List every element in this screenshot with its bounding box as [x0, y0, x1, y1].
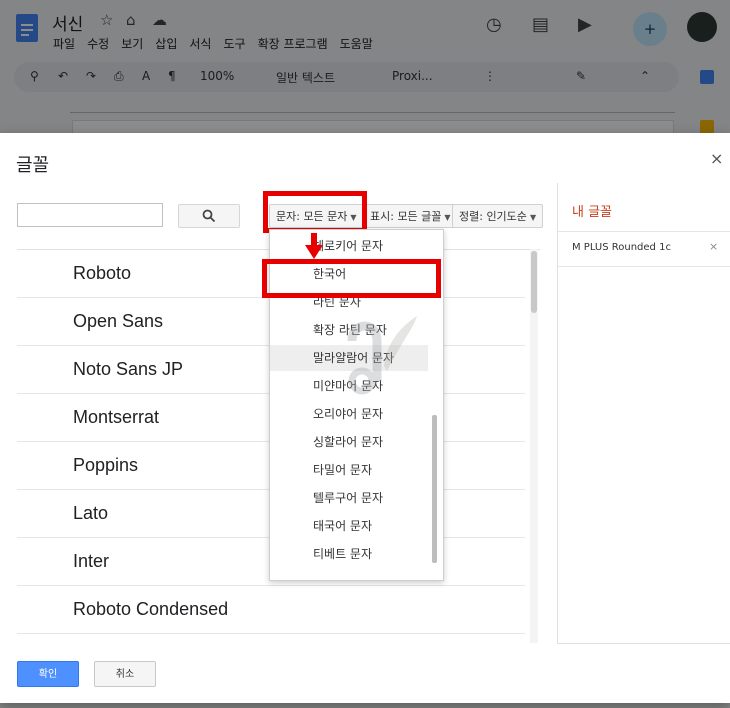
sort-filter-dropdown[interactable]: 정렬: 인기도순 ▼	[452, 204, 544, 228]
script-dropdown-menu: 체로키어 문자 한국어 라틴 문자 확장 라틴 문자 말라얄람어 문자 미얀마어…	[269, 229, 444, 581]
list-item[interactable]: Roboto Condensed	[17, 586, 525, 634]
close-icon[interactable]: ×	[710, 149, 723, 168]
menu-item-thai[interactable]: 태국어 문자	[270, 513, 430, 539]
arrow-down-icon	[305, 233, 323, 259]
menu-item-oriya[interactable]: 오리야어 문자	[270, 401, 430, 427]
ok-button[interactable]: 확인	[17, 661, 79, 687]
chevron-down-icon: ▼	[529, 213, 537, 222]
search-button[interactable]	[178, 204, 240, 228]
remove-font-icon[interactable]: ×	[709, 240, 718, 253]
sort-filter-label: 정렬: 인기도순	[459, 210, 527, 223]
show-filter-label: 표시: 모든 글꼴	[370, 210, 442, 223]
script-filter-label: 문자: 모든 문자	[276, 210, 348, 223]
menu-item-telugu[interactable]: 텔루구어 문자	[270, 485, 430, 511]
font-search-input[interactable]	[17, 203, 163, 227]
script-filter-dropdown[interactable]: 문자: 모든 문자 ▼	[269, 204, 364, 228]
menu-item-korean[interactable]: 한국어	[270, 261, 430, 287]
my-font-name: M PLUS Rounded 1c	[572, 242, 671, 253]
list-item[interactable]	[17, 634, 525, 644]
menu-item-cherokee[interactable]: 체로키어 문자	[270, 233, 430, 259]
cancel-button[interactable]: 취소	[94, 661, 156, 687]
chevron-down-icon: ▼	[350, 213, 357, 222]
watermark-logo-icon	[347, 316, 417, 395]
chevron-down-icon: ▼	[444, 213, 451, 222]
show-filter-dropdown[interactable]: 표시: 모든 글꼴 ▼	[363, 204, 458, 228]
my-fonts-title: 내 글꼴	[572, 205, 613, 220]
font-list-scroll-thumb[interactable]	[531, 251, 537, 313]
search-icon	[202, 209, 216, 223]
menu-scrollbar[interactable]	[432, 415, 437, 563]
menu-item-tamil[interactable]: 타밀어 문자	[270, 457, 430, 483]
menu-item-tibetan[interactable]: 티베트 문자	[270, 541, 430, 567]
menu-item-sinhala[interactable]: 싱할라어 문자	[270, 429, 430, 455]
dialog-title: 글꼴	[16, 155, 50, 176]
fonts-dialog: 글꼴 × 문자: 모든 문자 ▼ 표시: 모든 글꼴 ▼ 정렬: 인기도순 ▼ Rob…	[0, 133, 730, 703]
